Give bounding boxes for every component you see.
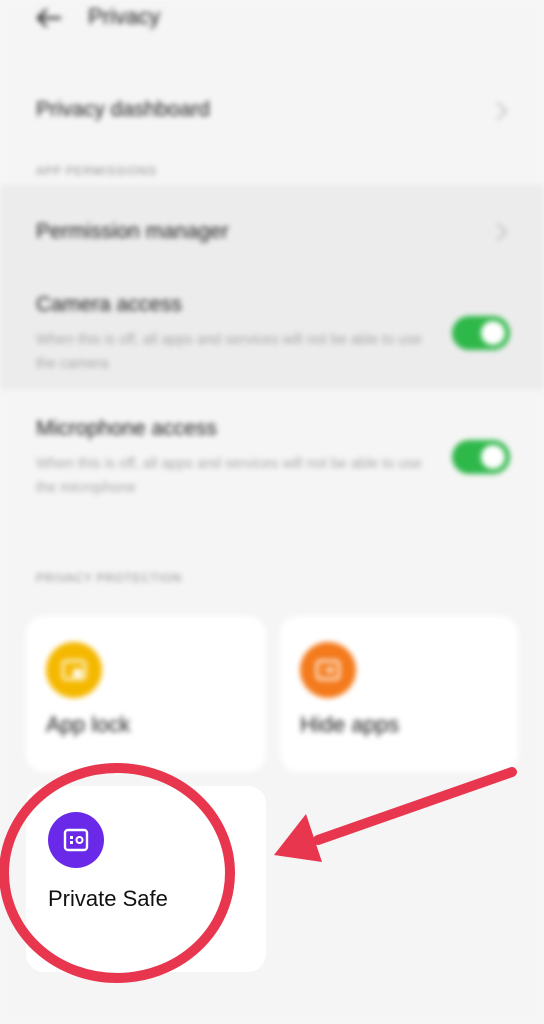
private-safe-label: Private Safe	[48, 886, 168, 911]
camera-access-row: Camera access When this is off, all apps…	[0, 280, 544, 390]
microphone-access-row: Microphone access When this is off, all …	[0, 404, 544, 514]
camera-access-description: When this is off, all apps and services …	[36, 332, 422, 372]
privacy-settings-screen: Privacy Privacy dashboard APP PERMISSION…	[0, 0, 544, 1024]
back-arrow-icon[interactable]	[34, 5, 64, 31]
lock-icon	[46, 642, 102, 698]
chevron-right-icon	[497, 102, 508, 120]
hide-apps-label: Hide apps	[300, 712, 400, 737]
permission-manager-label: Permission manager	[36, 220, 229, 243]
hide-apps-icon	[300, 642, 356, 698]
safe-icon	[48, 812, 104, 868]
microphone-access-title: Microphone access	[36, 417, 217, 440]
microphone-access-toggle[interactable]	[452, 440, 510, 474]
hide-apps-card[interactable]: Hide apps	[280, 616, 518, 772]
page-title: Privacy	[88, 4, 161, 29]
chevron-right-icon	[497, 223, 508, 241]
camera-access-title: Camera access	[36, 293, 182, 316]
app-lock-card[interactable]: App lock	[26, 616, 266, 772]
privacy-dashboard-label: Privacy dashboard	[36, 98, 210, 121]
microphone-access-description: When this is off, all apps and services …	[36, 456, 422, 496]
camera-access-toggle[interactable]	[452, 316, 510, 350]
app-lock-label: App lock	[46, 712, 131, 737]
app-header: Privacy	[0, 0, 544, 40]
toggle-knob	[481, 321, 505, 345]
toggle-knob	[481, 445, 505, 469]
section-header-privacy-protection: PRIVACY PROTECTION	[36, 573, 183, 585]
section-header-app-permissions: APP PERMISSIONS	[36, 166, 157, 178]
permission-manager-row[interactable]: Permission manager	[0, 200, 544, 264]
privacy-dashboard-row[interactable]: Privacy dashboard	[0, 80, 544, 142]
